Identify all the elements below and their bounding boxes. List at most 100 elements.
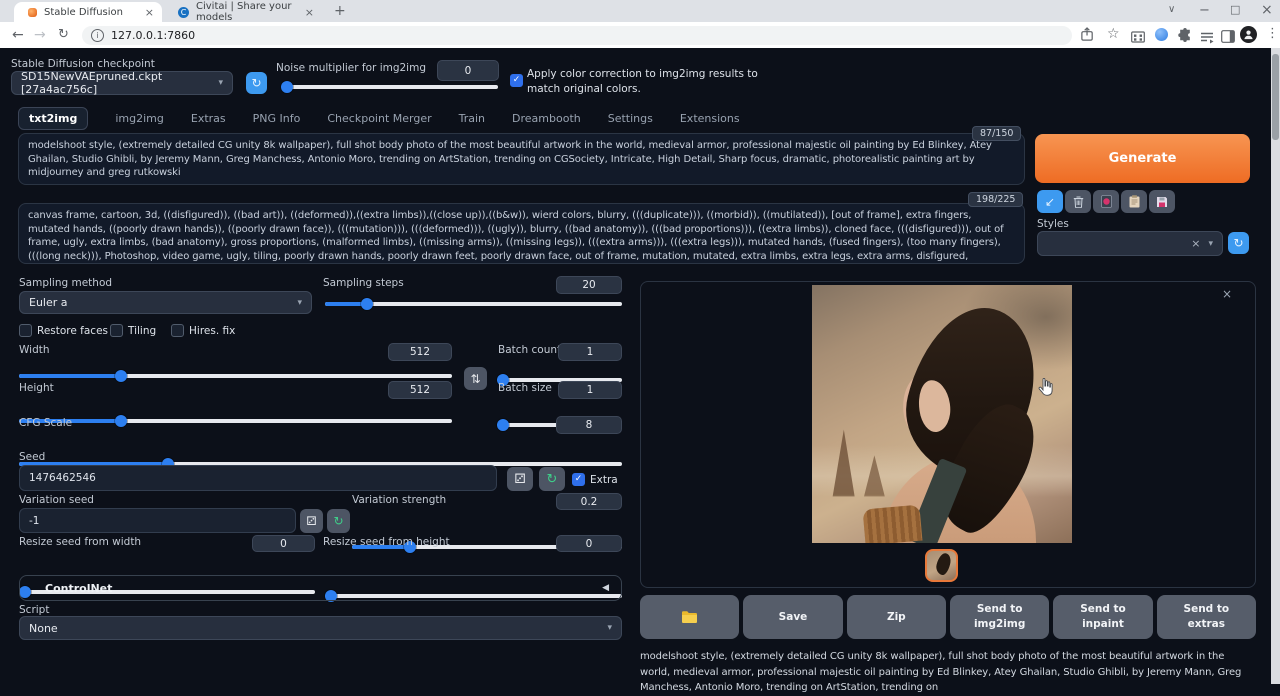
tab-search-chevron-icon[interactable]: ∨: [1168, 5, 1175, 15]
generate-button[interactable]: Generate: [1035, 134, 1250, 183]
page-scrollbar-thumb[interactable]: [1272, 54, 1279, 140]
tab-txt2img[interactable]: txt2img: [18, 107, 88, 130]
tab-dreambooth[interactable]: Dreambooth: [512, 112, 581, 125]
seed-input[interactable]: [19, 465, 497, 491]
back-icon[interactable]: ←: [12, 28, 24, 42]
sampling-method-dropdown[interactable]: Euler a ▾: [19, 291, 312, 314]
sampling-steps-slider[interactable]: [325, 302, 622, 306]
paste-params-button[interactable]: ↙: [1037, 190, 1063, 213]
slider-knob[interactable]: [361, 298, 373, 310]
checkpoint-refresh-button[interactable]: ↻: [246, 72, 267, 94]
forward-icon[interactable]: →: [34, 28, 46, 42]
swap-dimensions-button[interactable]: ⇅: [464, 367, 487, 390]
styles-dropdown[interactable]: × ▾: [1037, 231, 1223, 256]
variation-strength-value[interactable]: 0.2: [556, 493, 622, 510]
checkpoint-dropdown[interactable]: SD15NewVAEpruned.ckpt [27a4ac756c] ▾: [11, 71, 233, 95]
tab-title: Stable Diffusion: [44, 7, 123, 18]
refresh-icon: ↻: [1233, 236, 1243, 250]
reload-icon[interactable]: ↻: [58, 28, 69, 41]
extension-grid-icon[interactable]: [1131, 28, 1145, 47]
hand-cursor: [1038, 378, 1054, 401]
tab-close-icon[interactable]: ×: [145, 6, 154, 19]
hires-fix-label: Hires. fix: [189, 325, 235, 337]
site-info-icon[interactable]: i: [91, 29, 104, 42]
prompt-textarea[interactable]: modelshoot style, (extremely detailed CG…: [18, 133, 1025, 185]
script-label: Script: [19, 604, 49, 616]
extra-seed-checkbox[interactable]: ✓: [572, 473, 585, 486]
slider-knob[interactable]: [115, 415, 127, 427]
gallery-thumbnail[interactable]: [925, 549, 958, 582]
window-close-icon[interactable]: ×: [1261, 3, 1273, 17]
variation-reuse-seed-button[interactable]: ↻: [327, 509, 350, 533]
cfg-scale-value[interactable]: 8: [556, 416, 622, 434]
resize-seed-width-value[interactable]: 0: [252, 535, 315, 552]
variation-seed-input[interactable]: [19, 508, 296, 533]
tab-extensions[interactable]: Extensions: [680, 112, 740, 125]
open-folder-button[interactable]: [640, 595, 739, 639]
url-text: 127.0.0.1:7860: [111, 29, 195, 42]
bookmark-star-icon[interactable]: ☆: [1107, 27, 1120, 41]
random-seed-button[interactable]: ⚂: [507, 467, 533, 491]
tab-settings[interactable]: Settings: [608, 112, 653, 125]
width-slider[interactable]: [19, 374, 452, 378]
tab-img2img[interactable]: img2img: [115, 112, 164, 125]
width-value[interactable]: 512: [388, 343, 452, 361]
resize-seed-height-value[interactable]: 0: [556, 535, 622, 552]
negative-prompt-textarea[interactable]: canvas frame, cartoon, 3d, ((disfigured)…: [18, 203, 1025, 264]
send-to-img2img-button[interactable]: Send to img2img: [950, 595, 1049, 639]
noise-multiplier-value[interactable]: 0: [437, 60, 499, 81]
height-slider[interactable]: [19, 419, 452, 423]
folder-icon: [681, 610, 698, 624]
save-button[interactable]: Save: [743, 595, 842, 639]
sampling-steps-value[interactable]: 20: [556, 276, 622, 294]
profile-avatar[interactable]: [1240, 26, 1257, 43]
slider-knob[interactable]: [115, 370, 127, 382]
batch-count-value[interactable]: 1: [558, 343, 622, 361]
extension-dot-icon[interactable]: [1155, 28, 1168, 41]
clear-prompt-button[interactable]: [1065, 190, 1091, 213]
restore-faces-checkbox[interactable]: [19, 324, 32, 337]
reuse-seed-button[interactable]: ↻: [539, 467, 565, 491]
send-to-inpaint-button[interactable]: Send to inpaint: [1053, 595, 1152, 639]
script-dropdown[interactable]: None ▾: [19, 616, 622, 640]
styles-refresh-button[interactable]: ↻: [1228, 232, 1249, 254]
window-maximize-icon[interactable]: □: [1230, 4, 1240, 15]
gallery-close-icon[interactable]: ×: [1222, 287, 1232, 301]
sampling-steps-label: Sampling steps: [323, 277, 404, 289]
tiling-checkbox[interactable]: [110, 324, 123, 337]
extra-networks-button[interactable]: [1093, 190, 1119, 213]
zip-button[interactable]: Zip: [847, 595, 946, 639]
color-correction-checkbox[interactable]: ✓: [510, 74, 523, 87]
styles-label: Styles: [1037, 218, 1069, 230]
extensions-puzzle-icon[interactable]: [1178, 27, 1192, 46]
hires-fix-checkbox[interactable]: [171, 324, 184, 337]
tab-extras[interactable]: Extras: [191, 112, 226, 125]
controlnet-accordion[interactable]: ControlNet ◀: [19, 575, 622, 601]
variation-random-seed-button[interactable]: ⚂: [300, 509, 323, 533]
noise-multiplier-slider[interactable]: [283, 85, 498, 89]
tab-png-info[interactable]: PNG Info: [253, 112, 301, 125]
generated-image[interactable]: [812, 285, 1072, 543]
apply-style-button[interactable]: [1121, 190, 1147, 213]
share-icon[interactable]: [1080, 27, 1095, 46]
batch-size-value[interactable]: 1: [558, 381, 622, 399]
page-scrollbar[interactable]: [1271, 48, 1280, 684]
paste-arrow-icon: ↙: [1045, 195, 1055, 209]
side-panel-icon[interactable]: [1221, 28, 1235, 47]
slider-knob[interactable]: [497, 419, 509, 431]
height-value[interactable]: 512: [388, 381, 452, 399]
tab-train[interactable]: Train: [459, 112, 485, 125]
slider-knob[interactable]: [281, 81, 293, 93]
browser-menu-kebab-icon[interactable]: ⋮: [1266, 27, 1279, 40]
clear-styles-icon[interactable]: ×: [1191, 237, 1200, 250]
save-style-button[interactable]: [1149, 190, 1175, 213]
reading-list-icon[interactable]: [1200, 29, 1214, 48]
window-minimize-icon[interactable]: −: [1199, 4, 1210, 17]
browser-tab-civitai[interactable]: C Civitai | Share your models ×: [170, 2, 322, 22]
browser-tab-active[interactable]: Stable Diffusion ×: [14, 2, 162, 22]
tab-checkpoint-merger[interactable]: Checkpoint Merger: [327, 112, 431, 125]
tab-close-icon[interactable]: ×: [305, 6, 314, 19]
send-to-extras-button[interactable]: Send to extras: [1157, 595, 1256, 639]
new-tab-button[interactable]: +: [334, 4, 346, 18]
url-bar[interactable]: i 127.0.0.1:7860: [82, 26, 1072, 45]
